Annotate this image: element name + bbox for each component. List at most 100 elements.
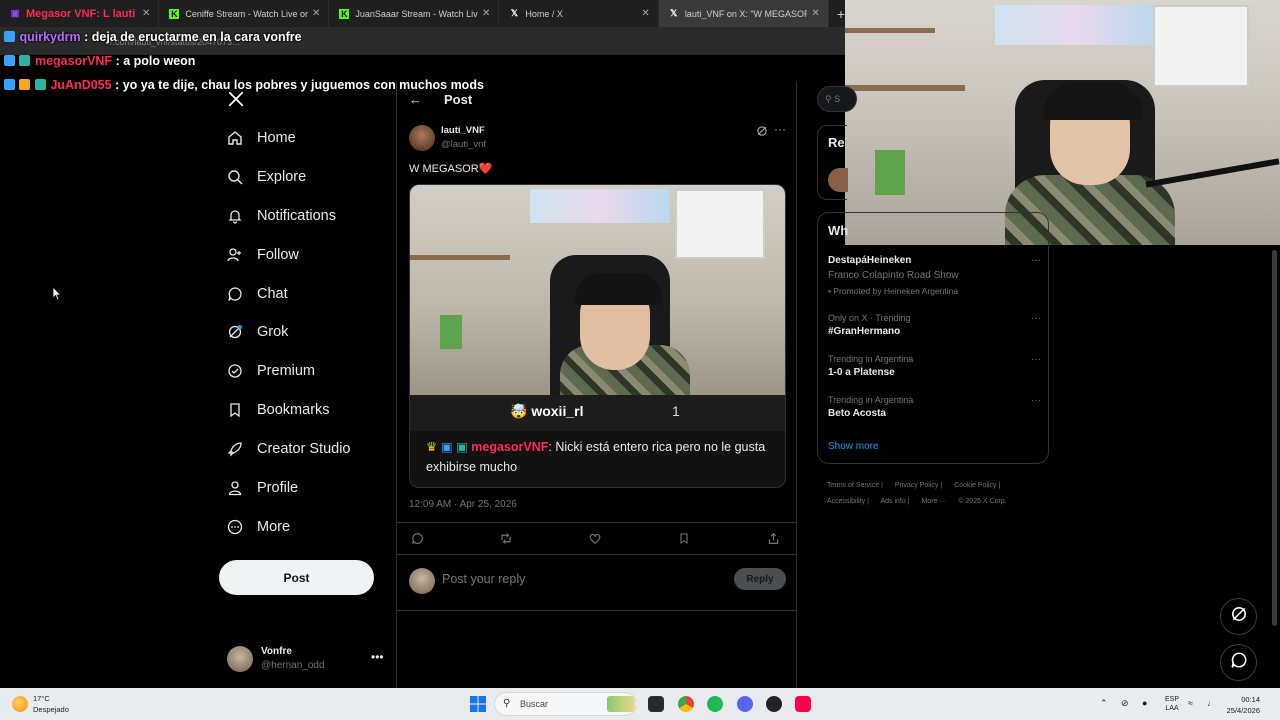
more-options-icon[interactable]: ··· bbox=[1031, 354, 1041, 365]
chevron-up-icon[interactable]: ⌃ bbox=[1100, 698, 1108, 709]
post-button[interactable]: Post bbox=[219, 560, 374, 595]
nav-label: Explore bbox=[257, 169, 307, 185]
like-icon[interactable] bbox=[587, 530, 603, 546]
nav-label: Creator Studio bbox=[257, 441, 351, 457]
nav-item-follow[interactable]: Follow bbox=[227, 241, 299, 269]
footer-link[interactable]: Ads info | bbox=[880, 498, 909, 505]
windows-start-icon[interactable] bbox=[470, 696, 486, 712]
nav-item-notifications[interactable]: Notifications bbox=[227, 202, 336, 230]
nav-label: Grok bbox=[257, 324, 289, 340]
browser-tab-active[interactable]: 𝕏 lauti_VNF on X: "W MEGASOR ✕ bbox=[658, 0, 829, 27]
grok-icon[interactable] bbox=[756, 125, 768, 140]
taskbar-search[interactable]: ⚲ Buscar bbox=[494, 692, 637, 716]
author-name[interactable]: lauti_VNF bbox=[441, 125, 485, 136]
more-options-icon[interactable]: ··· bbox=[1031, 395, 1041, 406]
close-icon[interactable]: ✕ bbox=[312, 8, 320, 19]
volume-icon[interactable]: ♩ bbox=[1207, 698, 1216, 708]
card-title: Wh bbox=[828, 223, 849, 238]
more-options-icon[interactable]: ··· bbox=[1031, 255, 1041, 266]
browser-tab[interactable]: ▣ Megasor VNF: L lauti ✕ bbox=[0, 0, 160, 27]
nav-item-creator-studio[interactable]: Creator Studio bbox=[227, 435, 351, 463]
trend-item[interactable]: Trending in Argentina 1-0 a Platense ··· bbox=[828, 354, 1043, 378]
weather-icon[interactable] bbox=[12, 696, 28, 712]
footer-link[interactable]: Terms of Service | bbox=[827, 482, 883, 489]
footer-link[interactable]: Accessibility | bbox=[827, 498, 869, 505]
chat-icon bbox=[1230, 651, 1248, 674]
profile-icon bbox=[227, 480, 243, 496]
reply-input[interactable]: Post your reply bbox=[442, 572, 525, 586]
close-icon[interactable]: ✕ bbox=[811, 8, 819, 19]
messages-fab-button[interactable] bbox=[1220, 644, 1257, 681]
chat-icon bbox=[227, 286, 243, 302]
account-menu-icon[interactable]: ••• bbox=[371, 650, 384, 664]
badge-icon bbox=[19, 55, 31, 66]
rocket-icon bbox=[227, 441, 243, 457]
page-scrollbar[interactable] bbox=[1272, 250, 1277, 626]
author-handle[interactable]: @lauti_vnf bbox=[441, 139, 486, 150]
bell-icon bbox=[227, 208, 243, 224]
nav-item-premium[interactable]: Premium bbox=[227, 357, 315, 385]
nav-item-grok[interactable]: Grok bbox=[227, 318, 288, 346]
spotify-icon[interactable] bbox=[707, 696, 723, 712]
new-tab-button[interactable]: + bbox=[837, 6, 845, 22]
home-icon bbox=[227, 130, 243, 146]
search-input[interactable]: ⚲ S bbox=[817, 86, 857, 112]
author-avatar[interactable] bbox=[409, 125, 435, 151]
obs-icon[interactable] bbox=[766, 696, 782, 712]
nav-item-profile[interactable]: Profile bbox=[227, 474, 298, 502]
account-switcher[interactable]: Vonfre @hernan_odd ••• bbox=[227, 644, 387, 674]
system-clock[interactable]: 00:14 25/4/2026 bbox=[1226, 694, 1260, 716]
trend-item[interactable]: DestapáHeineken Franco Colapinto Road Sh… bbox=[828, 255, 1043, 296]
more-options-icon[interactable]: ··· bbox=[774, 122, 786, 136]
trend-item[interactable]: Only on X · Trending #GranHermano ··· bbox=[828, 313, 1043, 337]
browser-tab[interactable]: K JuanSaaar Stream - Watch Live ✕ bbox=[329, 0, 500, 27]
media-viewer-count: 1 bbox=[672, 403, 680, 419]
back-arrow-icon[interactable]: ← bbox=[409, 92, 422, 107]
more-options-icon[interactable]: ··· bbox=[1031, 313, 1041, 324]
microphone-icon[interactable]: ● bbox=[1142, 698, 1147, 708]
discord-icon[interactable] bbox=[737, 696, 753, 712]
trend-meta: Trending in Argentina bbox=[828, 395, 914, 405]
grok-fab-button[interactable] bbox=[1220, 598, 1257, 635]
post-timestamp[interactable]: 12:09 AM · Apr 25, 2026 bbox=[409, 499, 517, 510]
post-media[interactable]: 🤯 woxii_rl 1 ♛ ▣ ▣ megasorVNF: Nicki est… bbox=[409, 184, 786, 488]
chrome-icon[interactable] bbox=[678, 696, 694, 712]
nav-item-bookmarks[interactable]: Bookmarks bbox=[227, 396, 330, 424]
search-icon: ⚲ bbox=[825, 94, 832, 104]
avatar[interactable] bbox=[828, 168, 848, 192]
trend-item[interactable]: Trending in Argentina Beto Acosta ··· bbox=[828, 395, 1043, 419]
bookmark-icon[interactable] bbox=[676, 530, 692, 546]
wifi-icon[interactable]: ≈ bbox=[1188, 698, 1193, 708]
media-viewer-bar bbox=[410, 395, 785, 431]
footer-link[interactable]: More ··· bbox=[921, 498, 946, 505]
nav-item-more[interactable]: More bbox=[227, 513, 290, 541]
x-logo-icon[interactable] bbox=[227, 90, 245, 108]
twitch-icon: ▣ bbox=[10, 8, 20, 18]
taskview-icon[interactable] bbox=[648, 696, 664, 712]
show-more-link[interactable]: Show more bbox=[828, 441, 879, 452]
whiteboard bbox=[675, 189, 765, 259]
reply-button[interactable]: Reply bbox=[734, 568, 786, 590]
network-icon[interactable]: ⊘ bbox=[1121, 698, 1129, 709]
divider bbox=[397, 522, 796, 523]
language-indicator[interactable]: ESP LAA bbox=[1165, 695, 1179, 713]
chat-username: quirkydrm bbox=[19, 30, 81, 44]
close-icon[interactable]: ✕ bbox=[641, 8, 649, 19]
reply-icon[interactable] bbox=[409, 530, 425, 546]
nav-item-home[interactable]: Home bbox=[227, 124, 296, 152]
repost-icon[interactable] bbox=[498, 530, 514, 546]
nav-item-explore[interactable]: Explore bbox=[227, 163, 306, 191]
close-icon[interactable]: ✕ bbox=[142, 8, 150, 19]
browser-tab[interactable]: K Ceniffe Stream - Watch Live on ✕ bbox=[159, 0, 330, 27]
weather-condition: Despejado bbox=[33, 705, 69, 714]
footer-link[interactable]: Privacy Policy | bbox=[895, 482, 942, 489]
reply-avatar bbox=[409, 568, 435, 594]
browser-tab[interactable]: 𝕏 Home / X ✕ bbox=[499, 0, 659, 27]
share-icon[interactable] bbox=[765, 530, 781, 546]
premium-icon bbox=[227, 363, 243, 379]
tiktok-icon[interactable] bbox=[795, 696, 811, 712]
nav-item-chat[interactable]: Chat bbox=[227, 280, 288, 308]
footer-link[interactable]: Cookie Policy | bbox=[954, 482, 1000, 489]
account-handle: @hernan_odd bbox=[261, 660, 325, 671]
close-icon[interactable]: ✕ bbox=[482, 8, 490, 19]
